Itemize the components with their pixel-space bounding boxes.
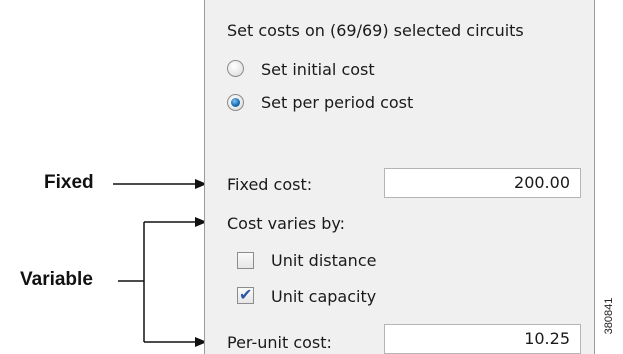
per-unit-cost-input[interactable]: 10.25 (384, 324, 581, 354)
set-per-period-cost-label[interactable]: Set per period cost (261, 93, 413, 112)
checkmark-icon: ✔ (239, 285, 253, 304)
variable-annotation: Variable (20, 269, 93, 290)
fixed-cost-label: Fixed cost: (227, 175, 313, 194)
unit-distance-checkbox[interactable] (237, 252, 254, 269)
figure-id: 380841 (595, 278, 623, 354)
fixed-annotation: Fixed (44, 172, 94, 193)
set-per-period-cost-radio[interactable] (227, 94, 244, 111)
unit-distance-label[interactable]: Unit distance (271, 251, 376, 270)
cost-varies-by-label: Cost varies by: (227, 214, 346, 233)
set-initial-cost-label[interactable]: Set initial cost (261, 60, 375, 79)
cost-settings-panel: Set costs on (69/69) selected circuits S… (204, 0, 595, 354)
per-unit-cost-label: Per-unit cost: (227, 333, 332, 352)
panel-header: Set costs on (69/69) selected circuits (227, 21, 524, 40)
unit-capacity-label[interactable]: Unit capacity (271, 287, 376, 306)
set-initial-cost-radio[interactable] (227, 60, 244, 77)
figure-id-text: 380841 (603, 297, 615, 335)
fixed-cost-input[interactable]: 200.00 (384, 168, 581, 198)
unit-capacity-checkbox[interactable]: ✔ (237, 285, 254, 304)
